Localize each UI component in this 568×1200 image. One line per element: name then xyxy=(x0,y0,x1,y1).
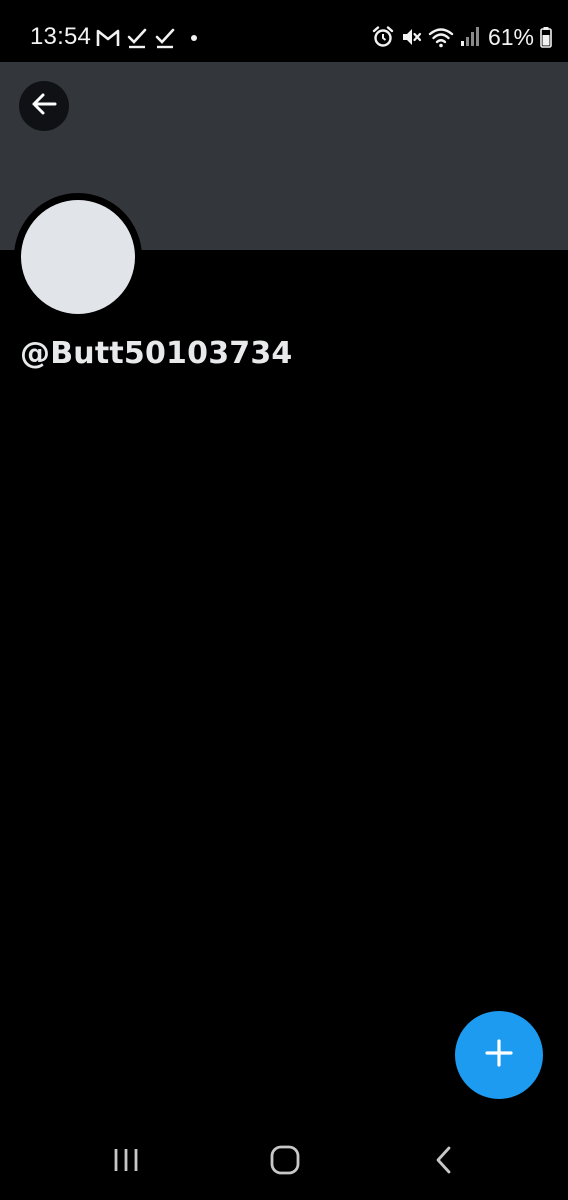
status-bar: 13:54 61% xyxy=(0,0,568,62)
battery-icon xyxy=(540,26,552,48)
mute-icon xyxy=(400,26,422,48)
arrow-left-icon xyxy=(29,89,59,124)
home-icon xyxy=(270,1145,300,1180)
gmail-icon xyxy=(96,28,120,48)
recent-apps-button[interactable] xyxy=(96,1134,156,1190)
navigation-bar xyxy=(0,1124,568,1200)
notification-icons xyxy=(96,24,198,52)
back-button[interactable] xyxy=(19,81,69,131)
check-icon xyxy=(126,27,148,49)
dot-icon xyxy=(190,34,198,42)
compose-button[interactable] xyxy=(455,1011,543,1099)
recent-apps-icon xyxy=(112,1147,140,1178)
system-icons: 61% xyxy=(372,22,552,52)
signal-icon xyxy=(460,26,480,48)
back-icon xyxy=(433,1145,455,1180)
check-icon xyxy=(154,27,176,49)
profile-handle: @Butt50103734 xyxy=(20,336,293,371)
home-button[interactable] xyxy=(255,1134,315,1190)
plus-icon xyxy=(484,1038,514,1073)
wifi-icon xyxy=(428,26,454,48)
battery-percent: 61% xyxy=(487,24,534,50)
nav-back-button[interactable] xyxy=(414,1134,474,1190)
status-time: 13:54 xyxy=(30,23,92,50)
alarm-icon xyxy=(372,26,394,48)
avatar[interactable] xyxy=(21,200,135,314)
